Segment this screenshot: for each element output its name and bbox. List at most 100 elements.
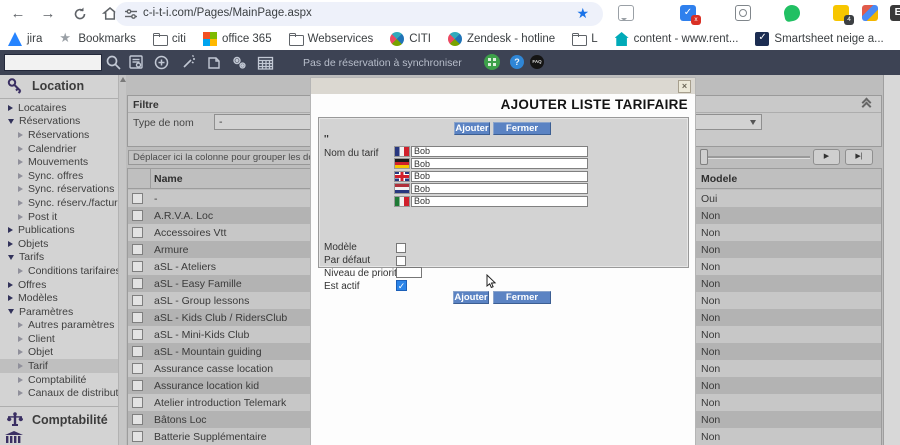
expand-arrow-icon[interactable]: [18, 186, 23, 192]
row-checkbox[interactable]: [132, 363, 143, 374]
sidebar-item[interactable]: Autres paramètres: [0, 319, 118, 333]
row-checkbox[interactable]: [132, 227, 143, 238]
help-icon[interactable]: ?: [510, 55, 524, 69]
sidebar-item[interactable]: Réservations: [0, 128, 118, 142]
collapse-panel-icon[interactable]: [863, 99, 873, 109]
sidebar-item[interactable]: Réservations: [0, 115, 118, 129]
extension-yellow-icon[interactable]: 4: [833, 5, 849, 21]
sidebar-scrollbar[interactable]: [118, 75, 126, 445]
row-checkbox[interactable]: [132, 278, 143, 289]
wizard-wand-icon[interactable]: [180, 54, 197, 71]
sync-grid-icon[interactable]: [484, 54, 500, 70]
bookmark-item[interactable]: Webservices: [289, 32, 374, 46]
expand-arrow-icon[interactable]: [18, 200, 23, 206]
extension-e-icon[interactable]: E: [890, 5, 900, 21]
row-checkbox[interactable]: [132, 295, 143, 306]
row-checkbox[interactable]: [132, 261, 143, 272]
search-icon[interactable]: [105, 54, 122, 71]
priorite-input[interactable]: [396, 267, 422, 278]
sidebar-item[interactable]: Mouvements: [0, 155, 118, 169]
tariff-name-input[interactable]: [411, 158, 588, 169]
bookmark-star-icon[interactable]: ★: [576, 5, 589, 22]
reload-icon[interactable]: [70, 4, 90, 24]
expand-arrow-icon[interactable]: [18, 132, 23, 138]
expand-arrow-icon[interactable]: [18, 336, 23, 342]
quick-search-input[interactable]: [4, 54, 102, 71]
sidebar-item[interactable]: Sync. réserv./factures: [0, 196, 118, 210]
row-checkbox[interactable]: [132, 380, 143, 391]
expand-arrow-icon[interactable]: [18, 159, 23, 165]
row-checkbox[interactable]: [132, 431, 143, 442]
bookmark-item[interactable]: L: [572, 32, 597, 46]
expand-arrow-icon[interactable]: [18, 268, 23, 274]
back-icon[interactable]: ←: [8, 4, 28, 24]
sidebar-item[interactable]: Sync. offres: [0, 169, 118, 183]
fermer-button-bottom[interactable]: Fermer: [493, 291, 551, 304]
sidebar-item[interactable]: Objet: [0, 346, 118, 360]
expand-arrow-icon[interactable]: [18, 173, 23, 179]
row-checkbox[interactable]: [132, 329, 143, 340]
sidebar-item[interactable]: Publications: [0, 223, 118, 237]
expand-arrow-icon[interactable]: [18, 146, 23, 152]
extension-camera-icon[interactable]: [735, 5, 751, 21]
sidebar-item[interactable]: Tarif: [0, 359, 118, 373]
search-list-icon[interactable]: [128, 54, 145, 71]
expand-arrow-icon[interactable]: [8, 309, 14, 314]
forward-icon[interactable]: →: [38, 4, 58, 24]
tariff-name-input[interactable]: [411, 146, 588, 157]
row-checkbox[interactable]: [132, 346, 143, 357]
tariff-name-input[interactable]: [411, 183, 588, 194]
sidebar-item[interactable]: Calendrier: [0, 142, 118, 156]
bookmark-item[interactable]: Smartsheet neige a...: [755, 32, 883, 46]
sidebar-item[interactable]: Tarifs: [0, 251, 118, 265]
row-checkbox[interactable]: [132, 244, 143, 255]
extension-check-icon[interactable]: ✓x: [680, 5, 696, 21]
faq-icon[interactable]: FAQ: [530, 55, 544, 69]
extension-chat-icon[interactable]: [618, 5, 634, 21]
sidebar-section-comptabilite[interactable]: Comptabilité: [0, 409, 118, 431]
sidebar-item[interactable]: Paramètres: [0, 305, 118, 319]
url-text[interactable]: c-i-t-i.com/Pages/MainPage.aspx: [143, 7, 312, 19]
row-checkbox[interactable]: [132, 414, 143, 425]
sidebar-item[interactable]: Offres: [0, 278, 118, 292]
clipboard-icon[interactable]: [205, 54, 222, 71]
column-header-name[interactable]: Name: [154, 173, 183, 185]
row-checkbox[interactable]: [132, 210, 143, 221]
ajouter-button-top[interactable]: Ajouter: [454, 122, 490, 135]
sidebar-item[interactable]: Canaux de distributions: [0, 386, 118, 400]
site-info-icon[interactable]: [124, 7, 138, 21]
expand-arrow-icon[interactable]: [8, 255, 14, 260]
add-icon[interactable]: [153, 54, 170, 71]
expand-arrow-icon[interactable]: [8, 119, 14, 124]
extension-photos-icon[interactable]: [862, 5, 878, 21]
pager-slider-track[interactable]: [704, 156, 810, 159]
bookmark-item[interactable]: content - www.rent...: [615, 32, 739, 46]
address-bar[interactable]: c-i-t-i.com/Pages/MainPage.aspx ★: [115, 2, 603, 26]
sidebar-item[interactable]: Modèles: [0, 291, 118, 305]
expand-arrow-icon[interactable]: [18, 363, 23, 369]
close-icon[interactable]: ×: [678, 80, 691, 93]
sidebar-item[interactable]: Sync. réservations: [0, 183, 118, 197]
bookmark-item[interactable]: citi: [153, 32, 186, 46]
expand-arrow-icon[interactable]: [8, 105, 13, 111]
par-defaut-checkbox[interactable]: [396, 256, 406, 266]
expand-arrow-icon[interactable]: [8, 295, 13, 301]
expand-arrow-icon[interactable]: [18, 377, 23, 383]
expand-arrow-icon[interactable]: [8, 241, 13, 247]
column-header-modele[interactable]: Modele: [701, 173, 737, 185]
bookmark-item[interactable]: jira: [8, 32, 42, 46]
calendar-icon[interactable]: [257, 54, 274, 71]
tariff-name-input[interactable]: [411, 196, 588, 207]
expand-arrow-icon[interactable]: [8, 227, 13, 233]
sidebar-item[interactable]: Client: [0, 332, 118, 346]
last-page-button[interactable]: ▶|: [845, 149, 873, 165]
row-checkbox[interactable]: [132, 312, 143, 323]
sidebar-item[interactable]: Locataires: [0, 101, 118, 115]
expand-arrow-icon[interactable]: [8, 282, 13, 288]
settings-gears-icon[interactable]: [231, 54, 248, 71]
est-actif-checkbox[interactable]: ✓: [396, 280, 407, 291]
expand-arrow-icon[interactable]: [18, 390, 23, 396]
bookmark-item[interactable]: Zendesk - hotline: [448, 32, 555, 46]
expand-arrow-icon[interactable]: [18, 322, 23, 328]
row-checkbox[interactable]: [132, 397, 143, 408]
